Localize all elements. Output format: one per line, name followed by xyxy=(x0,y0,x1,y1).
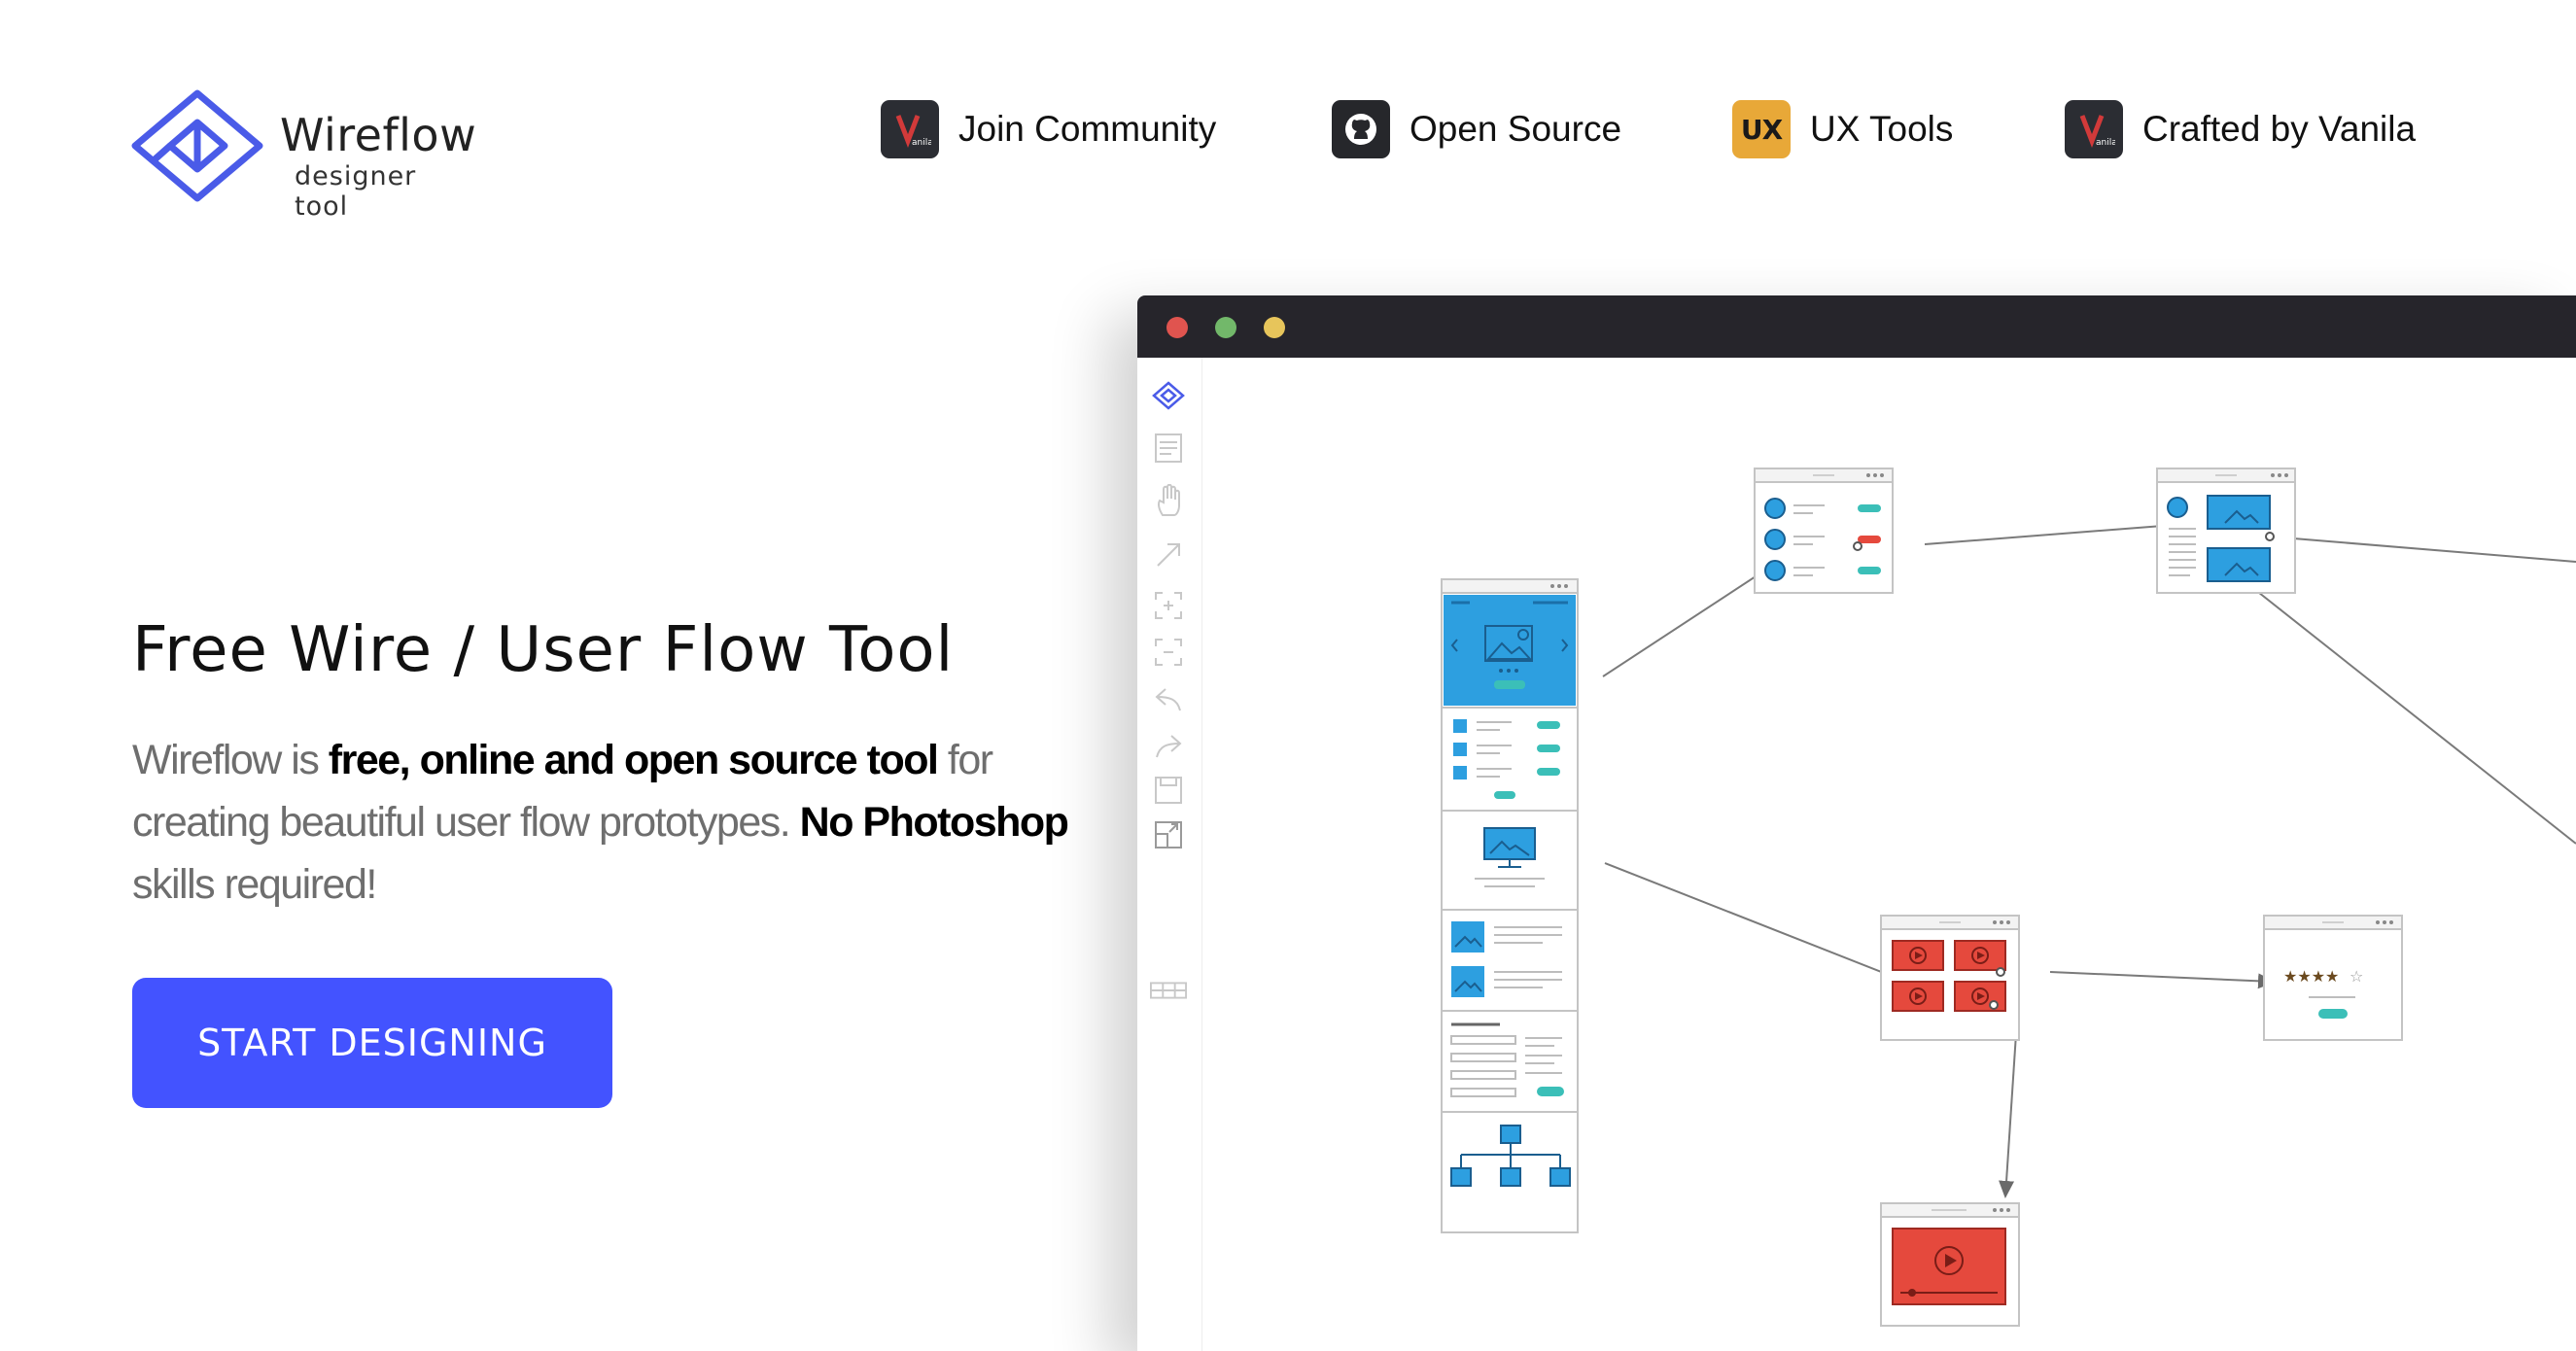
wireframe-rating[interactable]: ★★★★ ☆ xyxy=(2263,915,2403,1041)
app-preview-window: ★★★★ ☆ xyxy=(1137,295,2576,1351)
flow-canvas[interactable]: ★★★★ ☆ xyxy=(1202,358,2576,1351)
remove-frame-icon[interactable] xyxy=(1150,634,1187,671)
add-frame-icon[interactable] xyxy=(1150,587,1187,624)
window-maximize-dot xyxy=(1215,317,1236,338)
wireframe-images[interactable] xyxy=(2156,468,2296,594)
svg-text:☆: ☆ xyxy=(2350,967,2363,986)
desc-part-bold: No Photoshop xyxy=(799,799,1069,846)
wireframe-home[interactable] xyxy=(1441,578,1579,1233)
window-titlebar xyxy=(1137,295,2576,358)
desc-part: skills required! xyxy=(132,861,377,908)
grid-icon[interactable] xyxy=(1150,972,1187,1009)
redo-icon[interactable] xyxy=(1150,727,1187,764)
vanila-logo-icon: anila xyxy=(881,100,939,158)
editor-toolbar xyxy=(1137,358,1202,1351)
nav-crafted-by-vanila[interactable]: anila Crafted by Vanila xyxy=(2065,97,2416,161)
brand-tagline: designer tool xyxy=(295,161,417,222)
top-navigation: anila Join Community Open Source UX UX T… xyxy=(0,97,2576,165)
nav-label: Crafted by Vanila xyxy=(2142,109,2417,149)
nav-label: Join Community xyxy=(958,109,1217,149)
arrow-icon[interactable] xyxy=(1150,537,1187,573)
undo-icon[interactable] xyxy=(1150,680,1187,717)
wireflow-logo-icon[interactable] xyxy=(1150,377,1187,414)
wireframe-video-player[interactable] xyxy=(1880,1202,2020,1327)
nav-label: UX Tools xyxy=(1810,109,1954,149)
svg-text:anila: anila xyxy=(912,138,931,148)
window-close-dot xyxy=(1166,317,1188,338)
svg-text:anila: anila xyxy=(2096,138,2115,148)
desc-part: Wireflow is xyxy=(132,737,329,783)
hand-icon[interactable] xyxy=(1150,482,1187,519)
nav-join-community[interactable]: anila Join Community xyxy=(881,97,1216,161)
svg-text:★★★★: ★★★★ xyxy=(2283,967,2339,986)
wireframe-videos[interactable] xyxy=(1880,915,2020,1041)
nav-ux-tools[interactable]: UX UX Tools xyxy=(1732,97,1953,161)
hero-description: Wireflow is free, online and open source… xyxy=(132,729,1085,916)
desc-part-bold: free, online and open source tool xyxy=(328,737,939,783)
nav-open-source[interactable]: Open Source xyxy=(1332,97,1621,161)
ux-tools-icon: UX xyxy=(1732,100,1791,158)
wireframe-users[interactable] xyxy=(1754,468,1894,594)
page-icon[interactable] xyxy=(1150,430,1187,467)
start-designing-button[interactable]: START DESIGNING xyxy=(132,978,612,1108)
vanila-logo-icon: anila xyxy=(2065,100,2123,158)
github-icon xyxy=(1332,100,1390,158)
save-icon[interactable] xyxy=(1150,772,1187,809)
hero-title: Free Wire / User Flow Tool xyxy=(132,614,955,686)
export-icon[interactable] xyxy=(1150,816,1187,853)
nav-label: Open Source xyxy=(1410,109,1622,149)
window-minimize-dot xyxy=(1264,317,1285,338)
